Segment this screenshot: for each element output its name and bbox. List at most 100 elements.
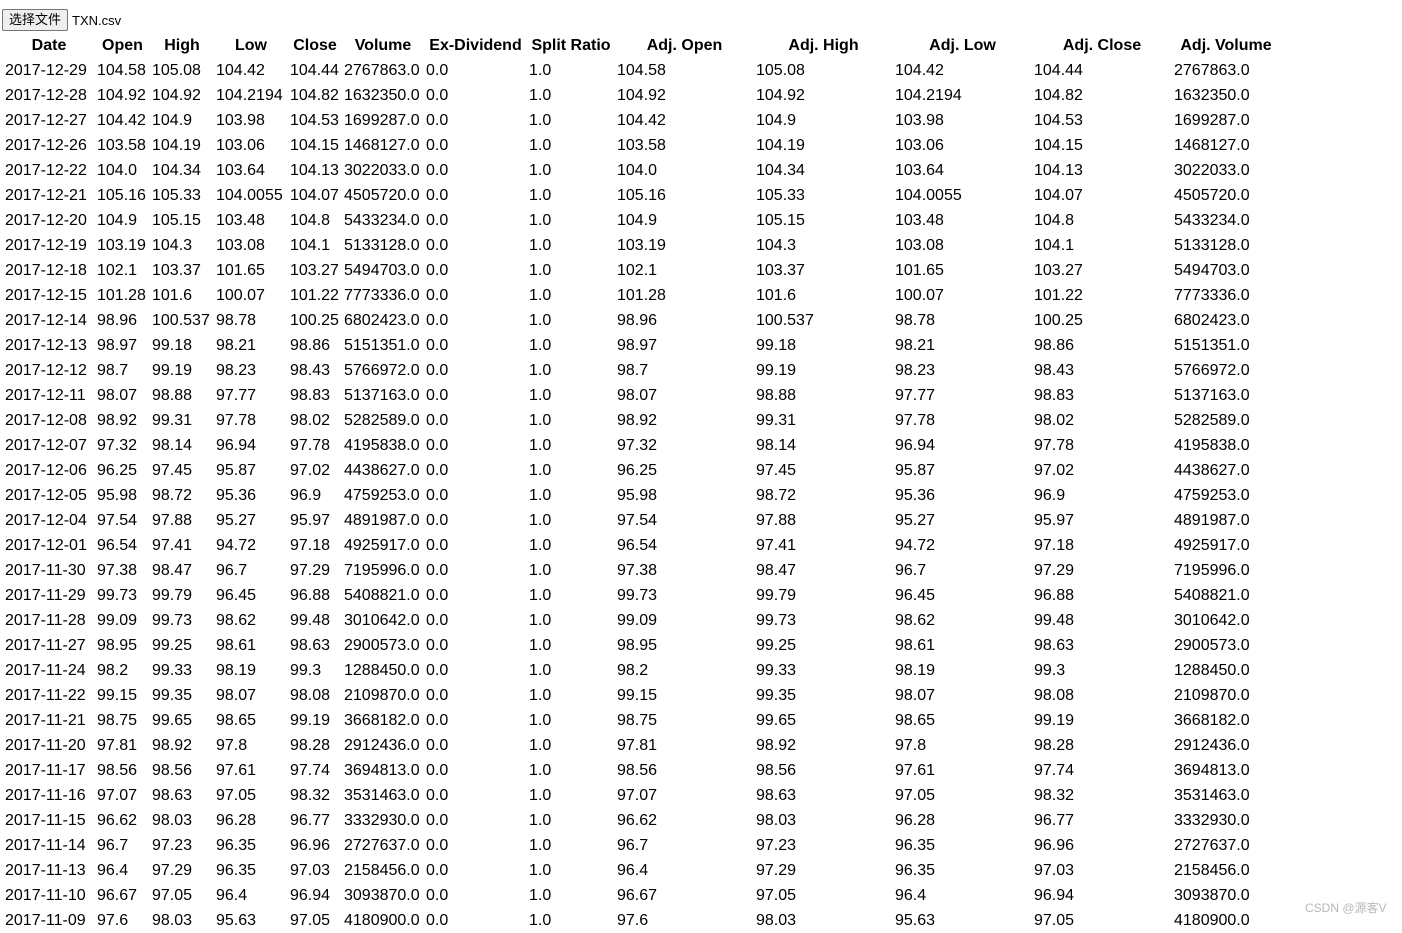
table-cell: 98.97 bbox=[97, 337, 138, 354]
table-cell: 0.0 bbox=[426, 712, 449, 729]
table-cell: 3332930.0 bbox=[344, 812, 420, 829]
table-cell: 99.19 bbox=[1034, 712, 1075, 729]
table-cell: 97.81 bbox=[97, 737, 138, 754]
table-cell: 99.73 bbox=[617, 587, 658, 604]
table-cell: 96.45 bbox=[216, 587, 257, 604]
table-cell: 2017-11-13 bbox=[5, 862, 86, 879]
table-cell: 98.92 bbox=[617, 412, 658, 429]
table-cell: 98.32 bbox=[290, 787, 331, 804]
table-cell: 97.38 bbox=[97, 562, 138, 579]
table-cell: 4925917.0 bbox=[1174, 537, 1250, 554]
table-cell: 97.8 bbox=[895, 737, 927, 754]
table-cell: 97.61 bbox=[895, 762, 936, 779]
table-row: 2017-12-29 104.58 105.08 104.42 104.44 276786… bbox=[3, 58, 1280, 83]
table-cell: 0.0 bbox=[426, 87, 449, 104]
table-cell: 1.0 bbox=[529, 537, 552, 554]
table-row: 2017-12-06 96.25 97.45 95.87 97.02 4438627.0 0… bbox=[3, 458, 1280, 483]
table-cell: 6802423.0 bbox=[344, 312, 420, 329]
table-cell: 100.537 bbox=[152, 312, 210, 329]
table-cell: 96.96 bbox=[1034, 837, 1075, 854]
table-cell: 97.78 bbox=[895, 412, 936, 429]
column-header: Close bbox=[293, 37, 337, 54]
table-cell: 104.0 bbox=[97, 162, 138, 179]
column-header: Adj. High bbox=[788, 37, 859, 54]
table-cell: 105.16 bbox=[617, 187, 666, 204]
table-cell: 104.92 bbox=[756, 87, 805, 104]
table-cell: 100.07 bbox=[895, 287, 944, 304]
table-cell: 98.21 bbox=[895, 337, 936, 354]
table-cell: 4925917.0 bbox=[344, 537, 420, 554]
table-cell: 3531463.0 bbox=[344, 787, 420, 804]
table-row: 2017-11-21 98.75 99.65 98.65 99.19 3668182.0 0… bbox=[3, 708, 1280, 733]
table-cell: 2017-11-30 bbox=[5, 562, 86, 579]
table-cell: 99.3 bbox=[1034, 662, 1066, 679]
table-cell: 1.0 bbox=[529, 812, 552, 829]
table-cell: 100.07 bbox=[216, 287, 265, 304]
table-cell: 2912436.0 bbox=[344, 737, 420, 754]
table-cell: 95.63 bbox=[216, 912, 257, 929]
table-cell: 104.9 bbox=[97, 212, 138, 229]
table-cell: 1.0 bbox=[529, 687, 552, 704]
table-row: 2017-12-15 101.28 101.6 100.07 101.22 7773336… bbox=[3, 283, 1280, 308]
table-cell: 95.27 bbox=[895, 512, 936, 529]
table-row: 2017-12-22 104.0 104.34 103.64 104.13 3022033… bbox=[3, 158, 1280, 183]
table-cell: 97.03 bbox=[290, 862, 331, 879]
table-cell: 99.18 bbox=[756, 337, 797, 354]
table-cell: 104.34 bbox=[152, 162, 201, 179]
table-cell: 103.19 bbox=[97, 237, 146, 254]
table-cell: 98.03 bbox=[756, 812, 797, 829]
table-cell: 1.0 bbox=[529, 62, 552, 79]
table-cell: 2017-12-12 bbox=[5, 362, 87, 379]
table-cell: 1.0 bbox=[529, 262, 552, 279]
table-cell: 98.95 bbox=[617, 637, 658, 654]
table-cell: 5137163.0 bbox=[344, 387, 420, 404]
table-cell: 98.62 bbox=[216, 612, 257, 629]
table-cell: 0.0 bbox=[426, 837, 449, 854]
table-cell: 2158456.0 bbox=[1174, 862, 1250, 879]
table-cell: 98.72 bbox=[756, 487, 797, 504]
table-cell: 104.34 bbox=[756, 162, 805, 179]
table-cell: 2017-12-08 bbox=[5, 412, 87, 429]
table-cell: 0.0 bbox=[426, 887, 449, 904]
table-cell: 98.2 bbox=[617, 662, 649, 679]
table-cell: 5766972.0 bbox=[344, 362, 420, 379]
table-cell: 0.0 bbox=[426, 487, 449, 504]
table-cell: 1.0 bbox=[529, 312, 552, 329]
table-cell: 2158456.0 bbox=[344, 862, 420, 879]
table-cell: 5408821.0 bbox=[344, 587, 420, 604]
table-cell: 96.67 bbox=[97, 887, 138, 904]
table-cell: 98.86 bbox=[290, 337, 331, 354]
table-cell: 98.88 bbox=[152, 387, 193, 404]
table-cell: 3010642.0 bbox=[1174, 612, 1250, 629]
choose-file-button[interactable]: 选择文件 bbox=[2, 9, 69, 31]
table-cell: 99.19 bbox=[290, 712, 331, 729]
table-cell: 0.0 bbox=[426, 812, 449, 829]
table-cell: 2109870.0 bbox=[1174, 687, 1250, 704]
table-cell: 2017-11-17 bbox=[5, 762, 86, 779]
table-cell: 0.0 bbox=[426, 662, 449, 679]
table-cell: 0.0 bbox=[426, 412, 449, 429]
table-cell: 97.78 bbox=[1034, 437, 1075, 454]
table-cell: 104.8 bbox=[290, 212, 331, 229]
table-cell: 103.19 bbox=[617, 237, 666, 254]
table-cell: 4759253.0 bbox=[1174, 487, 1250, 504]
table-cell: 1288450.0 bbox=[1174, 662, 1250, 679]
table-cell: 2109870.0 bbox=[344, 687, 420, 704]
file-input[interactable]: 选择文件 TXN.csv bbox=[2, 8, 121, 32]
table-cell: 1.0 bbox=[529, 287, 552, 304]
table-cell: 1.0 bbox=[529, 437, 552, 454]
table-cell: 104.8 bbox=[1034, 212, 1075, 229]
table-cell: 103.58 bbox=[97, 137, 146, 154]
table-cell: 97.18 bbox=[290, 537, 331, 554]
table-cell: 97.81 bbox=[617, 737, 658, 754]
table-cell: 104.07 bbox=[1034, 187, 1083, 204]
table-cell: 101.6 bbox=[152, 287, 193, 304]
table-cell: 100.537 bbox=[756, 312, 814, 329]
table-cell: 96.88 bbox=[1034, 587, 1075, 604]
table-cell: 98.63 bbox=[152, 787, 193, 804]
table-row: 2017-12-28 104.92 104.92 104.2194 104.82 1632… bbox=[3, 83, 1280, 108]
table-cell: 96.77 bbox=[1034, 812, 1075, 829]
table-cell: 104.58 bbox=[97, 62, 146, 79]
table-cell: 5151351.0 bbox=[344, 337, 420, 354]
table-cell: 1699287.0 bbox=[1174, 112, 1250, 129]
